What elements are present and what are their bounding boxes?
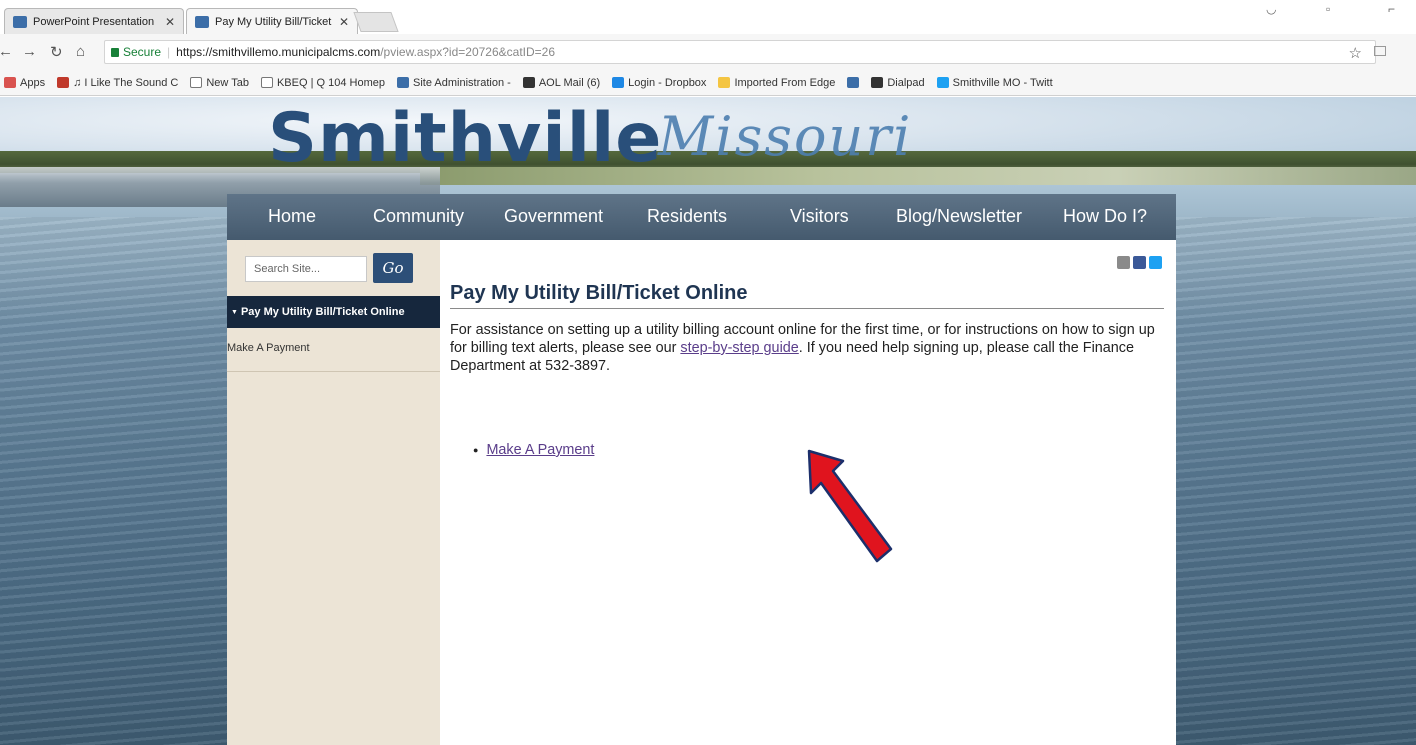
title-divider — [450, 308, 1164, 309]
bookmark-item[interactable]: ♫ I Like The Sound C — [57, 77, 178, 89]
sidebar-item-make-payment[interactable]: Make A Payment — [227, 328, 440, 372]
search-go-button[interactable]: Go — [373, 253, 413, 283]
extension-icon[interactable] — [1374, 46, 1386, 56]
arrow-icon — [807, 449, 893, 563]
main-nav: Home Community Government Residents Visi… — [227, 194, 1176, 240]
nav-how-do-i[interactable]: How Do I? — [1063, 206, 1147, 227]
tab-title: PowerPoint Presentation — [33, 15, 155, 28]
bookmark-label: Site Administration - — [413, 76, 511, 89]
bookmark-star-icon[interactable]: ☆ — [1349, 44, 1362, 62]
bookmark-item[interactable]: Smithville MO - Twitt — [936, 76, 1053, 89]
bookmark-item[interactable]: Site Administration - — [397, 77, 511, 89]
bookmark-label: KBEQ | Q 104 Homep — [276, 76, 385, 89]
search-input[interactable]: Search Site... — [245, 256, 367, 282]
site-logo[interactable]: Smithville — [268, 99, 662, 178]
bookmark-item[interactable] — [847, 77, 860, 88]
twitter-icon[interactable] — [1149, 256, 1162, 269]
url-path: /pview.aspx?id=20726&catID=26 — [380, 45, 556, 59]
minimize-icon[interactable]: ◡ — [1266, 2, 1276, 16]
dropbox-icon — [612, 77, 625, 88]
page-title: Pay My Utility Bill/Ticket Online — [450, 282, 748, 304]
bookmark-item[interactable]: Imported From Edge — [718, 77, 835, 89]
bookmark-label: Login - Dropbox — [628, 76, 707, 89]
page-icon — [260, 77, 273, 88]
bookmark-label: Smithville MO - Twitt — [952, 76, 1053, 89]
bookmark-label: ♫ I Like The Sound C — [73, 76, 179, 89]
sidebar-item-label: Pay My Utility Bill/Ticket Online — [240, 306, 405, 318]
bullet-icon: ● — [473, 445, 479, 455]
tab-title: Pay My Utility Bill/Ticket — [215, 15, 332, 28]
restore-icon[interactable]: ▫ — [1326, 2, 1330, 16]
maximize-icon[interactable]: ⌐ — [1388, 2, 1395, 16]
cms-icon — [397, 77, 409, 88]
address-bar[interactable]: Secure | https://smithvillemo.municipalc… — [104, 40, 1376, 64]
bookmark-item[interactable]: Login - Dropbox — [612, 77, 706, 89]
close-icon[interactable]: ✕ — [165, 15, 175, 29]
close-icon[interactable]: ✕ — [339, 15, 349, 29]
water-background — [0, 217, 230, 745]
nav-residents[interactable]: Residents — [647, 206, 727, 227]
water-background — [1176, 217, 1416, 745]
print-icon[interactable] — [1117, 256, 1130, 269]
apps-grid-icon — [4, 77, 16, 88]
music-icon — [57, 77, 70, 88]
list-item: ● Make A Payment — [473, 442, 594, 458]
bookmark-item[interactable]: KBEQ | Q 104 Homep — [260, 76, 385, 89]
back-icon[interactable]: ← — [0, 43, 13, 60]
dialpad-icon — [871, 77, 884, 88]
page-viewport: Smithville Missouri Home Community Gover… — [0, 97, 1416, 745]
lock-icon — [111, 47, 119, 57]
cms-icon — [195, 15, 209, 28]
sidebar-item-label: Make A Payment — [227, 342, 310, 354]
browser-tab-strip: PowerPoint Presentation ✕ Pay My Utility… — [0, 0, 1416, 34]
nav-blog-newsletter[interactable]: Blog/Newsletter — [896, 206, 1022, 227]
caret-down-icon: ▼ — [231, 308, 238, 316]
twitter-icon — [936, 77, 949, 88]
bookmark-label: Apps — [20, 76, 46, 89]
make-payment-link[interactable]: Make A Payment — [486, 442, 594, 458]
share-tools — [1117, 256, 1162, 269]
nav-home[interactable]: Home — [268, 206, 316, 227]
sidebar: Search Site... Go ▼ Pay My Utility Bill/… — [227, 240, 440, 745]
folder-icon — [718, 77, 731, 88]
red-arrow-annotation — [807, 449, 893, 563]
bookmark-item[interactable]: New Tab — [190, 77, 249, 89]
step-by-step-guide-link[interactable]: step-by-step guide — [680, 340, 798, 356]
assistance-paragraph: For assistance on setting up a utility b… — [450, 321, 1166, 375]
aol-icon — [522, 77, 535, 88]
cms-icon — [847, 77, 860, 88]
secure-indicator[interactable]: Secure — [111, 45, 161, 59]
tab-pay-utility[interactable]: Pay My Utility Bill/Ticket ✕ — [186, 8, 358, 34]
new-tab-button[interactable] — [353, 12, 399, 32]
bookmark-label: Imported From Edge — [734, 76, 836, 89]
browser-toolbar: ← → ↻ ⌂ Secure | https://smithvillemo.mu… — [0, 34, 1416, 70]
bookmark-item[interactable]: Apps — [4, 77, 45, 89]
cms-icon — [13, 15, 27, 28]
bookmark-label: Dialpad — [887, 76, 925, 89]
divider: | — [167, 45, 171, 59]
sidebar-item-pay-utility[interactable]: ▼ Pay My Utility Bill/Ticket Online — [227, 296, 440, 328]
url-host: https://smithvillemo.municipalcms.com — [176, 45, 381, 59]
bookmarks-bar: Apps ♫ I Like The Sound C New Tab KBEQ | Q … — [0, 70, 1416, 96]
facebook-icon[interactable] — [1133, 256, 1146, 269]
bookmark-label: New Tab — [206, 76, 249, 89]
bookmark-item[interactable]: AOL Mail (6) — [522, 76, 601, 89]
nav-community[interactable]: Community — [373, 206, 464, 227]
forward-icon[interactable]: → — [22, 43, 37, 60]
nav-visitors[interactable]: Visitors — [790, 206, 849, 227]
bookmark-item[interactable]: Dialpad — [871, 76, 925, 89]
site-logo-script[interactable]: Missouri — [658, 105, 912, 168]
bookmark-label: AOL Mail (6) — [538, 76, 601, 89]
secure-label: Secure — [123, 45, 162, 59]
reload-icon[interactable]: ↻ — [50, 43, 63, 61]
home-icon[interactable]: ⌂ — [76, 43, 85, 60]
tab-powerpoint[interactable]: PowerPoint Presentation ✕ — [4, 8, 184, 34]
page-icon — [190, 77, 203, 88]
nav-government[interactable]: Government — [504, 206, 603, 227]
